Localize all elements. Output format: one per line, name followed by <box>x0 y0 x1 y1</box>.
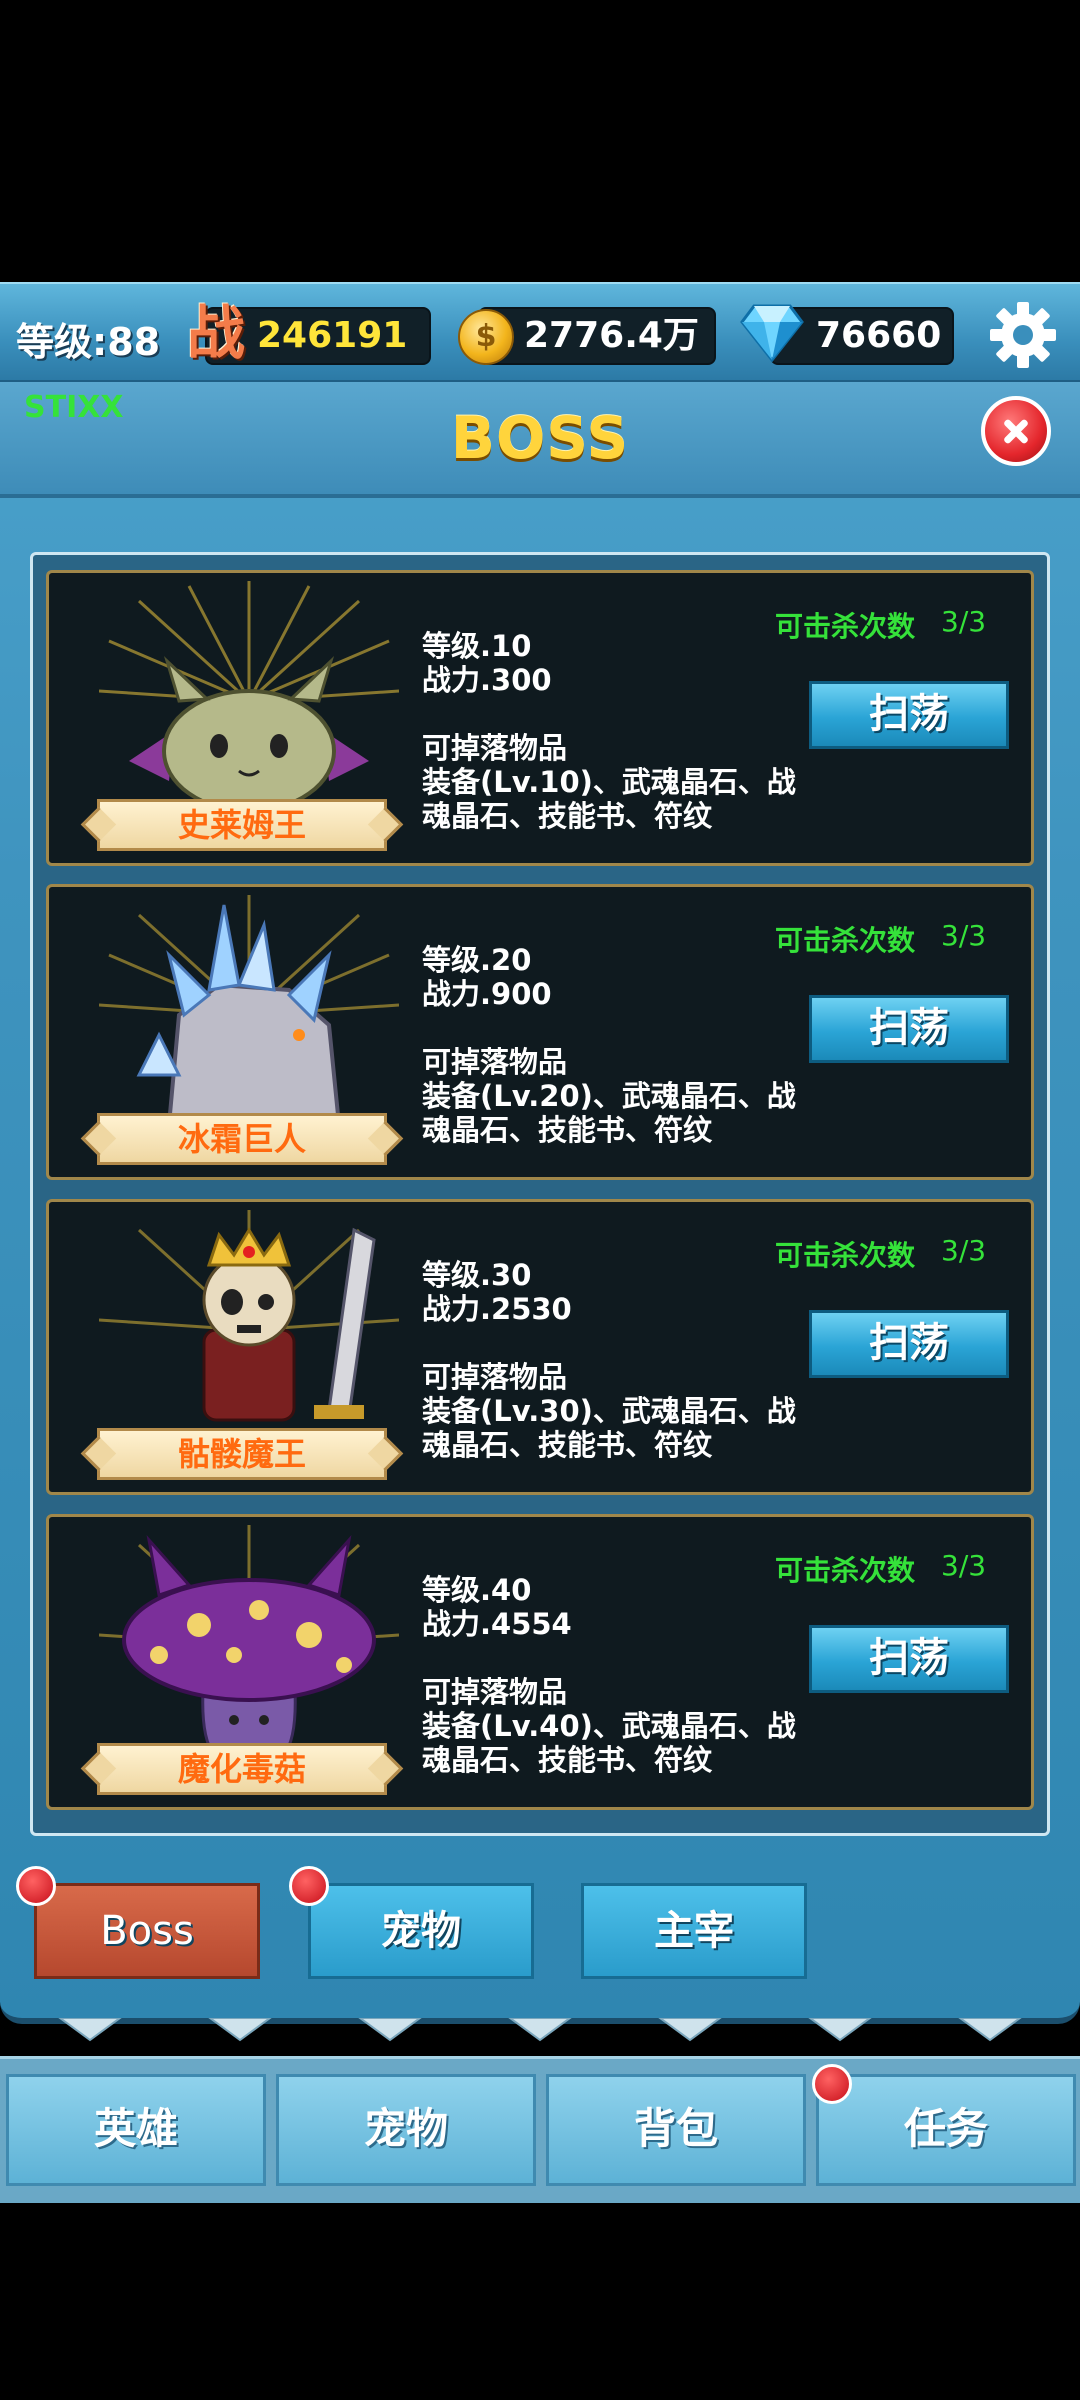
sweep-button[interactable]: 扫荡 <box>809 1310 1009 1378</box>
boss-card-frost-giant: 冰霜巨人 等级.20 战力.900 可掉落物品 装备(Lv.20)、武魂晶石、战… <box>46 884 1034 1180</box>
notification-dot <box>16 1866 56 1906</box>
drops-line: 装备(Lv.40)、武魂晶石、战 <box>422 1709 796 1743</box>
drops-label: 可掉落物品 <box>422 1675 568 1709</box>
boss-power: 战力.300 <box>422 663 552 697</box>
tab-pet[interactable]: 宠物 <box>308 1883 534 1979</box>
drops-line: 装备(Lv.10)、武魂晶石、战 <box>422 765 796 799</box>
notification-dot <box>289 1866 329 1906</box>
boss-level: 等级.30 <box>422 1258 532 1292</box>
gold-value: 2776.4万 <box>524 315 699 356</box>
tab-boss[interactable]: Boss <box>34 1883 260 1979</box>
boss-power: 战力.900 <box>422 977 552 1011</box>
sweep-button[interactable]: 扫荡 <box>809 1625 1009 1693</box>
drops-label: 可掉落物品 <box>422 1045 568 1079</box>
boss-power: 战力.4554 <box>422 1607 572 1641</box>
power-value: 246191 <box>257 315 408 356</box>
kill-count-value: 3/3 <box>941 605 987 638</box>
drops-line: 魂晶石、技能书、符纹 <box>422 1743 713 1777</box>
boss-power: 战力.2530 <box>422 1292 572 1326</box>
nav-bag[interactable]: 背包 <box>546 2074 806 2186</box>
close-button[interactable] <box>981 396 1051 466</box>
diamond-value: 76660 <box>816 315 942 356</box>
kill-count-label: 可击杀次数 <box>775 924 916 957</box>
player-level: 等级:88 <box>16 320 161 364</box>
boss-card-demon-mushroom: 魔化毒菇 等级.40 战力.4554 可掉落物品 装备(Lv.40)、武魂晶石、… <box>46 1514 1034 1810</box>
settings-gear-icon[interactable] <box>988 300 1058 370</box>
drops-line: 魂晶石、技能书、符纹 <box>422 1428 713 1462</box>
coin-icon: $ <box>458 309 514 365</box>
kill-count-label: 可击杀次数 <box>775 1554 916 1587</box>
power-icon: 战 <box>186 299 245 367</box>
nav-hero[interactable]: 英雄 <box>6 2074 266 2186</box>
boss-name-plate: 骷髅魔王 <box>97 1428 387 1480</box>
kill-count-value: 3/3 <box>941 1234 987 1267</box>
drops-line: 魂晶石、技能书、符纹 <box>422 799 713 833</box>
diamond-icon <box>740 304 804 362</box>
drops-line: 装备(Lv.30)、武魂晶石、战 <box>422 1394 796 1428</box>
kill-count-value: 3/3 <box>941 1549 987 1582</box>
boss-name-plate: 冰霜巨人 <box>97 1113 387 1165</box>
page-title: BOSS <box>450 404 630 472</box>
sweep-button[interactable]: 扫荡 <box>809 995 1009 1063</box>
drops-line: 装备(Lv.20)、武魂晶石、战 <box>422 1079 796 1113</box>
panel-edge-decoration <box>58 2018 1022 2042</box>
drops-label: 可掉落物品 <box>422 1360 568 1394</box>
drops-line: 魂晶石、技能书、符纹 <box>422 1113 713 1147</box>
notification-dot <box>812 2064 852 2104</box>
nav-task[interactable]: 任务 <box>816 2074 1076 2186</box>
boss-level: 等级.40 <box>422 1573 532 1607</box>
boss-level: 等级.10 <box>422 629 532 663</box>
kill-count-label: 可击杀次数 <box>775 610 916 643</box>
drops-label: 可掉落物品 <box>422 731 568 765</box>
boss-name-plate: 魔化毒菇 <box>97 1743 387 1795</box>
sweep-button[interactable]: 扫荡 <box>809 681 1009 749</box>
boss-card-skeleton-king: 骷髅魔王 等级.30 战力.2530 可掉落物品 装备(Lv.30)、武魂晶石、… <box>46 1199 1034 1495</box>
nav-pet[interactable]: 宠物 <box>276 2074 536 2186</box>
boss-level: 等级.20 <box>422 943 532 977</box>
kill-count-label: 可击杀次数 <box>775 1239 916 1272</box>
kill-count-value: 3/3 <box>941 919 987 952</box>
boss-card-slime-king: 史莱姆王 等级.10 战力.300 可掉落物品 装备(Lv.10)、武魂晶石、战… <box>46 570 1034 866</box>
tab-master[interactable]: 主宰 <box>581 1883 807 1979</box>
boss-name-plate: 史莱姆王 <box>97 799 387 851</box>
